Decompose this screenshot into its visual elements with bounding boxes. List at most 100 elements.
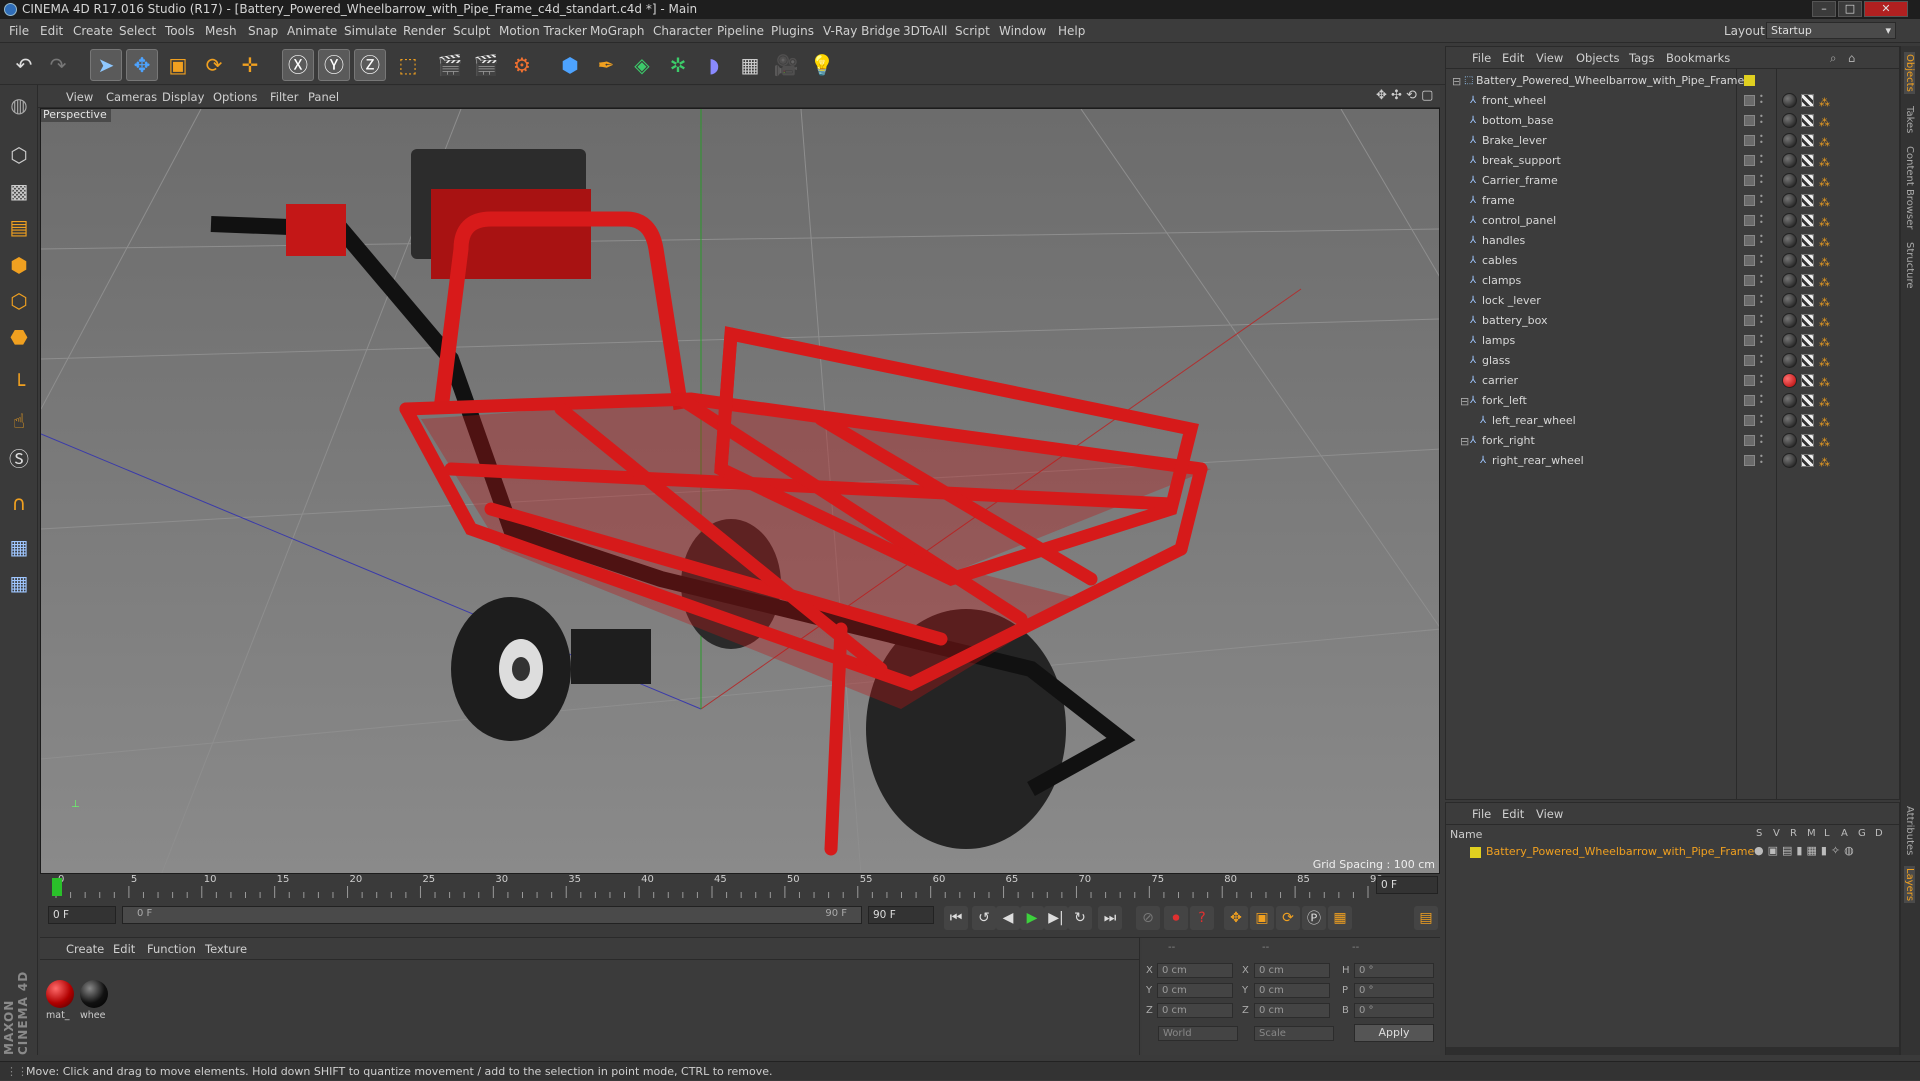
texture-mode-icon[interactable]: ▩ xyxy=(3,175,35,207)
record-keys-button[interactable]: ⊘ xyxy=(1136,906,1160,930)
visibility-checkbox[interactable] xyxy=(1744,175,1755,186)
uv-tag-icon[interactable]: ⁂ xyxy=(1819,153,1830,173)
menu-file[interactable]: File xyxy=(9,24,29,38)
render-picture-viewer-button[interactable]: 🎬 xyxy=(470,49,502,81)
checker-tag-icon[interactable] xyxy=(1801,354,1814,367)
menu-vray-bridge[interactable]: V-Ray Bridge xyxy=(823,24,900,38)
checker-tag-icon[interactable] xyxy=(1801,214,1814,227)
previous-key-button[interactable]: ↺ xyxy=(972,906,996,930)
visibility-checkbox[interactable] xyxy=(1744,215,1755,226)
visibility-checkbox[interactable] xyxy=(1744,275,1755,286)
uv-tag-icon[interactable]: ⁂ xyxy=(1819,453,1830,473)
go-to-start-button[interactable]: ⏮ xyxy=(944,906,968,930)
render-dots-icon[interactable]: • • xyxy=(1759,453,1764,468)
light-object-button[interactable]: 💡 xyxy=(806,49,838,81)
material-tag-icon[interactable] xyxy=(1782,273,1797,288)
key-scale-button[interactable]: ▣ xyxy=(1250,906,1274,930)
material-tag-icon[interactable] xyxy=(1782,93,1797,108)
size-mode-dropdown[interactable]: Scale xyxy=(1254,1026,1334,1041)
undo-button[interactable]: ↶ xyxy=(8,49,40,81)
object-menu-bookmarks[interactable]: Bookmarks xyxy=(1666,51,1730,65)
layer-menu-view[interactable]: View xyxy=(1536,807,1563,821)
visibility-checkbox[interactable] xyxy=(1744,355,1755,366)
render-dots-icon[interactable]: • • xyxy=(1759,293,1764,308)
material-tag-icon[interactable] xyxy=(1782,393,1797,408)
menu-mesh[interactable]: Mesh xyxy=(205,24,237,38)
render-dots-icon[interactable]: • • xyxy=(1759,253,1764,268)
menu-snap[interactable]: Snap xyxy=(248,24,278,38)
layer-toggle-icons[interactable]: ●▣▤▮▦▮✧◍ xyxy=(1754,844,1858,857)
material-swatch[interactable]: whee xyxy=(77,960,111,1021)
collapse-icon[interactable]: ⊟ xyxy=(1452,72,1461,92)
uv-tag-icon[interactable]: ⁂ xyxy=(1819,313,1830,333)
coord-mode-dropdown[interactable]: World xyxy=(1158,1026,1238,1041)
close-button[interactable]: ✕ xyxy=(1864,1,1908,17)
workplane-mode-icon[interactable]: ▤ xyxy=(3,211,35,243)
position-x-field[interactable]: 0 cm xyxy=(1157,963,1233,978)
material-tag-icon[interactable] xyxy=(1782,213,1797,228)
autokey-button[interactable]: ⏺ xyxy=(1164,906,1188,930)
render-dots-icon[interactable]: • • xyxy=(1759,313,1764,328)
render-dots-icon[interactable]: • • xyxy=(1759,193,1764,208)
menu-create[interactable]: Create xyxy=(73,24,113,38)
visibility-checkbox[interactable] xyxy=(1744,395,1755,406)
object-row[interactable]: ⅄ cables • • ⁂ xyxy=(1446,251,1899,271)
object-row[interactable]: ⅄ lock _lever • • ⁂ xyxy=(1446,291,1899,311)
material-tag-icon[interactable] xyxy=(1782,433,1797,448)
rotation-b-field[interactable]: 0 ° xyxy=(1354,1003,1434,1018)
magnet-icon[interactable]: ∩ xyxy=(3,487,35,519)
viewport-menu-panel[interactable]: Panel xyxy=(308,90,339,104)
checker-tag-icon[interactable] xyxy=(1801,174,1814,187)
render-dots-icon[interactable]: • • xyxy=(1759,113,1764,128)
object-row[interactable]: ⊟ ⅄ fork_right • • ⁂ xyxy=(1446,431,1899,451)
key-parameter-button[interactable]: Ⓟ xyxy=(1302,906,1326,930)
uv-tag-icon[interactable]: ⁂ xyxy=(1819,193,1830,213)
visibility-checkbox[interactable] xyxy=(1744,375,1755,386)
render-dots-icon[interactable]: • • xyxy=(1759,273,1764,288)
material-menu-edit[interactable]: Edit xyxy=(113,942,135,956)
object-row[interactable]: ⅄ break_support • • ⁂ xyxy=(1446,151,1899,171)
checker-tag-icon[interactable] xyxy=(1801,394,1814,407)
subdivision-button[interactable]: ◈ xyxy=(626,49,658,81)
object-row-root[interactable]: ⊟ ⬚ Battery_Powered_Wheelbarrow_with_Pip… xyxy=(1446,71,1899,91)
material-tag-icon[interactable] xyxy=(1782,333,1797,348)
object-row[interactable]: ⅄ control_panel • • ⁂ xyxy=(1446,211,1899,231)
home-icon[interactable]: ⌂ xyxy=(1848,51,1855,65)
material-tag-icon[interactable] xyxy=(1782,113,1797,128)
uv-tag-icon[interactable]: ⁂ xyxy=(1819,373,1830,393)
visibility-checkbox[interactable] xyxy=(1744,155,1755,166)
object-row[interactable]: ⅄ Carrier_frame • • ⁂ xyxy=(1446,171,1899,191)
menu-simulate[interactable]: Simulate xyxy=(344,24,397,38)
floor-object-button[interactable]: ▦ xyxy=(734,49,766,81)
polygons-mode-icon[interactable]: ⬣ xyxy=(3,321,35,353)
move-tool-button[interactable]: ✥ xyxy=(126,49,158,81)
uv-tag-icon[interactable]: ⁂ xyxy=(1819,253,1830,273)
z-axis-button[interactable]: Ⓩ xyxy=(354,49,386,81)
material-tag-icon[interactable] xyxy=(1782,373,1797,388)
checker-tag-icon[interactable] xyxy=(1801,374,1814,387)
layer-menu-edit[interactable]: Edit xyxy=(1502,807,1524,821)
menu-plugins[interactable]: Plugins xyxy=(771,24,814,38)
object-row[interactable]: ⅄ Brake_lever • • ⁂ xyxy=(1446,131,1899,151)
menu-character[interactable]: Character xyxy=(653,24,712,38)
transform-tool-button[interactable]: ✛ xyxy=(234,49,266,81)
render-dots-icon[interactable]: • • xyxy=(1759,93,1764,108)
visibility-checkbox[interactable] xyxy=(1744,255,1755,266)
object-menu-objects[interactable]: Objects xyxy=(1576,51,1619,65)
go-to-end-button[interactable]: ⏭ xyxy=(1098,906,1122,930)
end-frame-field[interactable]: 0 F xyxy=(1376,876,1438,894)
timeline-ruler[interactable]: 051015202530354045505560657075808590 0 F xyxy=(40,874,1440,898)
redo-button[interactable]: ↷ xyxy=(42,49,74,81)
apply-button[interactable]: Apply xyxy=(1354,1024,1434,1042)
position-z-field[interactable]: 0 cm xyxy=(1157,1003,1233,1018)
checker-tag-icon[interactable] xyxy=(1801,414,1814,427)
material-tag-icon[interactable] xyxy=(1782,353,1797,368)
frame-range-slider[interactable]: 0 F 90 F xyxy=(122,906,862,924)
viewport-menu-filter[interactable]: Filter xyxy=(270,90,298,104)
material-menu-texture[interactable]: Texture xyxy=(205,942,247,956)
render-dots-icon[interactable]: • • xyxy=(1759,133,1764,148)
render-dots-icon[interactable]: • • xyxy=(1759,213,1764,228)
visibility-checkbox[interactable] xyxy=(1744,295,1755,306)
camera-object-button[interactable]: 🎥 xyxy=(770,49,802,81)
uv-tag-icon[interactable]: ⁂ xyxy=(1819,173,1830,193)
